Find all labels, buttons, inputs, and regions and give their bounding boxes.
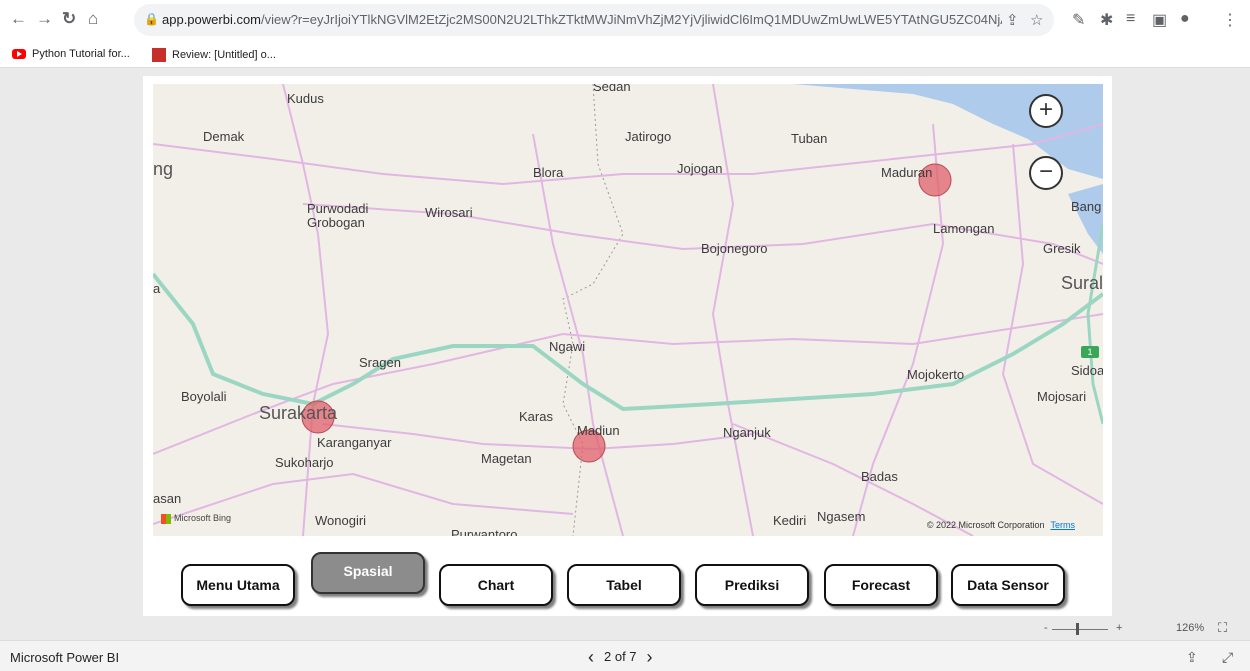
city-label: Demak xyxy=(203,129,245,144)
city-label: Mojokerto xyxy=(907,367,965,382)
city-label: Magetan xyxy=(481,451,532,466)
city-label: ng xyxy=(153,159,174,179)
city-label: Badas xyxy=(861,469,898,484)
city-label: Jatirogo xyxy=(625,129,672,144)
zoom-bar: - + 126% ⛶ xyxy=(0,619,1250,639)
city-label: Gresik xyxy=(1043,241,1081,256)
city-label: Bojonegoro xyxy=(701,241,768,256)
map-zoom-in-button[interactable]: + xyxy=(1029,94,1063,128)
city-label: Sural xyxy=(1061,273,1103,293)
city-label: Sidoa xyxy=(1071,363,1103,378)
city-label: Tuban xyxy=(791,131,828,146)
home-icon[interactable]: ⌂ xyxy=(88,9,98,29)
city-label: Maduran xyxy=(881,165,933,180)
reload-icon[interactable]: ↻ xyxy=(62,9,76,29)
address-bar[interactable]: 🔒 app.powerbi.com/view?r=eyJrIjoiYTlkNGV… xyxy=(134,4,1054,36)
profile-avatar-icon[interactable]: ● xyxy=(1180,10,1190,28)
chart-button[interactable]: Chart xyxy=(439,564,553,606)
city-label: Kediri xyxy=(773,513,807,528)
city-label: Wirosari xyxy=(425,205,473,220)
next-page-icon[interactable]: › xyxy=(647,647,653,667)
bookmark-python[interactable]: Python Tutorial for... xyxy=(12,48,130,60)
data-sensor-button[interactable]: Data Sensor xyxy=(951,564,1065,606)
terms-link[interactable]: Terms xyxy=(1051,520,1076,530)
report-canvas: Sedan Kudus Demak Jatirogo Tuban ng Blor… xyxy=(143,76,1112,616)
page-navigator: ‹ 2 of 7 › xyxy=(578,647,663,668)
page-indicator: 2 of 7 xyxy=(604,648,637,664)
city-label: Purwantoro xyxy=(451,527,518,537)
previous-page-icon[interactable]: ‹ xyxy=(588,647,594,667)
browser-toolbar: ← → ↻ ⌂ 🔒 app.powerbi.com/view?r=eyJrIjo… xyxy=(0,0,1250,44)
extension-icon[interactable]: ✎ xyxy=(1072,10,1085,30)
powerbi-brand: Microsoft Power BI xyxy=(10,650,120,665)
city-label: Boyolali xyxy=(181,389,227,404)
review-icon xyxy=(152,48,166,62)
spasial-button[interactable]: Spasial xyxy=(311,552,425,594)
city-label: Karanganyar xyxy=(317,435,392,450)
city-label: Madiun xyxy=(577,423,620,438)
bing-logo-icon xyxy=(161,514,171,524)
youtube-icon xyxy=(12,49,26,60)
city-label: Bang xyxy=(1071,199,1102,214)
forward-arrow-icon[interactable]: → xyxy=(36,9,53,29)
city-label: Mojosari xyxy=(1037,389,1087,404)
city-label: Lamongan xyxy=(933,221,995,236)
bookmark-star-icon[interactable]: ☆ xyxy=(1030,11,1043,29)
city-label: Surakarta xyxy=(259,403,338,423)
back-arrow-icon[interactable]: ← xyxy=(10,9,27,29)
city-label: Blora xyxy=(533,165,564,180)
fit-to-page-icon[interactable]: ⛶ xyxy=(1218,620,1227,636)
url-text: app.powerbi.com/view?r=eyJrIjoiYTlkNGVlM… xyxy=(162,12,1002,27)
bing-attribution: Microsoft Bing xyxy=(161,513,231,524)
share-icon[interactable]: ⇪ xyxy=(1006,11,1019,29)
city-label: asan xyxy=(153,491,182,506)
city-label: Kudus xyxy=(287,91,324,106)
zoom-slider-track[interactable] xyxy=(1052,629,1108,630)
menu-utama-button[interactable]: Menu Utama xyxy=(181,564,295,606)
fullscreen-icon[interactable]: ⤢ xyxy=(1222,649,1233,666)
city-label: Karas xyxy=(519,409,553,424)
city-label: Purwodadi xyxy=(307,201,369,216)
share-icon[interactable]: ⇪ xyxy=(1186,649,1198,666)
city-label: Ngawi xyxy=(549,339,586,354)
highway-shield: 1 xyxy=(1081,346,1099,358)
browser-menu-icon[interactable]: ⋮ xyxy=(1222,10,1238,30)
puzzle-icon[interactable]: ✱ xyxy=(1100,10,1113,30)
city-label: Nganjuk xyxy=(723,425,771,440)
city-label: Sedan xyxy=(593,84,631,94)
reading-list-icon[interactable]: ≡ xyxy=(1126,10,1135,28)
forecast-button[interactable]: Forecast xyxy=(824,564,938,606)
prediksi-button[interactable]: Prediksi xyxy=(695,564,809,606)
city-label: Wonogiri xyxy=(315,513,367,528)
city-label: Sragen xyxy=(359,355,401,370)
zoom-in-control[interactable]: + xyxy=(1116,622,1122,634)
city-label: Sukoharjo xyxy=(275,455,334,470)
map-copyright: © 2022 Microsoft Corporation Terms xyxy=(926,520,1076,530)
city-label: Grobogan xyxy=(307,215,365,230)
city-label: Jojogan xyxy=(677,161,723,176)
bookmark-review[interactable]: Review: [Untitled] o... xyxy=(152,48,276,62)
city-label: a xyxy=(153,281,161,296)
zoom-slider-thumb[interactable] xyxy=(1076,623,1079,635)
zoom-out-control[interactable]: - xyxy=(1044,622,1048,634)
map-zoom-out-button[interactable]: − xyxy=(1029,156,1063,190)
tabel-button[interactable]: Tabel xyxy=(567,564,681,606)
status-bar: Microsoft Power BI ‹ 2 of 7 › ⇪ ⤢ xyxy=(0,640,1250,671)
side-panel-icon[interactable]: ▣ xyxy=(1152,10,1167,30)
city-label: Ngasem xyxy=(817,509,866,524)
lock-icon: 🔒 xyxy=(144,12,159,26)
zoom-level: 126% xyxy=(1176,622,1205,634)
map-visual[interactable]: Sedan Kudus Demak Jatirogo Tuban ng Blor… xyxy=(153,84,1103,536)
bookmarks-bar: Python Tutorial for... Review: [Untitled… xyxy=(0,44,1250,68)
